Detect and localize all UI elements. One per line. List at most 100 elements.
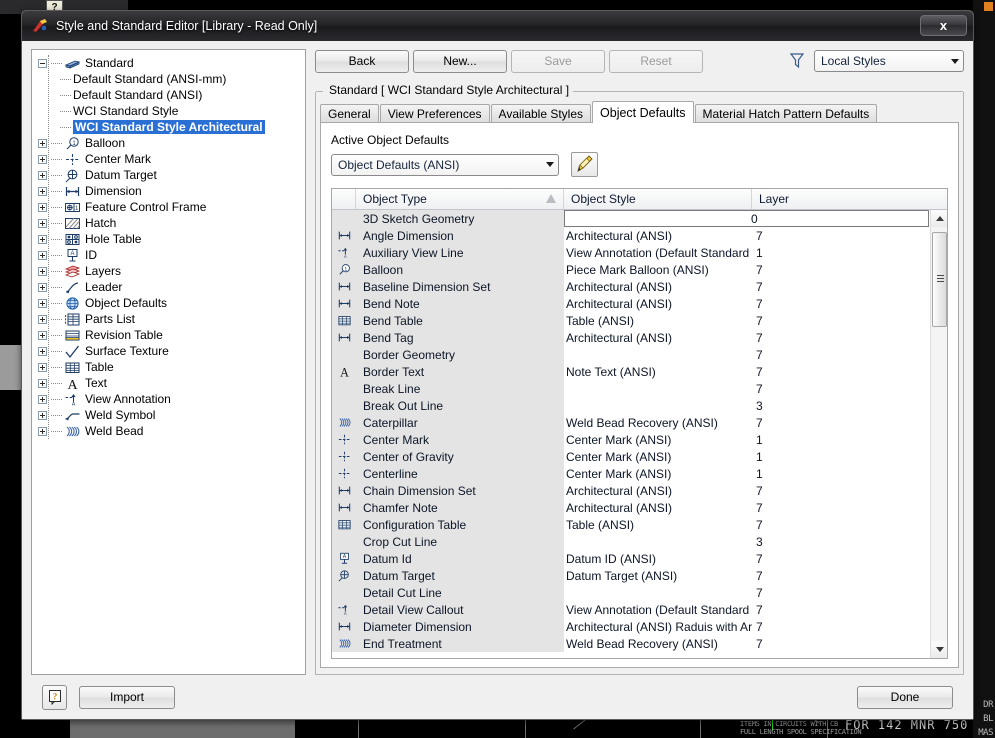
layer-cell[interactable]: 7 <box>752 484 930 498</box>
tree-item-weld-bead[interactable]: Weld Bead <box>38 423 305 439</box>
layer-cell[interactable]: 7 <box>752 314 930 328</box>
layer-cell[interactable]: 7 <box>752 603 930 617</box>
layer-cell[interactable]: 7 <box>752 263 930 277</box>
tab-general[interactable]: General <box>320 104 379 123</box>
collapse-toggle-icon[interactable] <box>38 58 47 68</box>
object-style-cell[interactable]: Note Text (ANSI) <box>564 365 752 379</box>
expand-toggle-icon[interactable] <box>38 378 47 388</box>
expand-toggle-icon[interactable] <box>38 282 47 292</box>
tree-item-dimension[interactable]: Dimension <box>38 183 305 199</box>
tab-view-preferences[interactable]: View Preferences <box>379 104 490 123</box>
layer-cell[interactable]: 1 <box>752 450 930 464</box>
object-style-cell[interactable]: Center Mark (ANSI) <box>564 467 752 481</box>
tree-item-parts-list[interactable]: Parts List <box>38 311 305 327</box>
layer-cell[interactable]: 7 <box>752 229 930 243</box>
expand-toggle-icon[interactable] <box>38 266 47 276</box>
active-object-defaults-dropdown[interactable]: Object Defaults (ANSI) <box>331 153 559 176</box>
layer-cell[interactable]: 7 <box>752 586 930 600</box>
table-row[interactable]: 3D Sketch Geometry 0 <box>332 210 930 227</box>
table-row[interactable]: Break Line 7 <box>332 380 930 397</box>
layer-cell[interactable]: 7 <box>752 416 930 430</box>
table-row[interactable]: Angle Dimension Architectural (ANSI) 7 <box>332 227 930 244</box>
object-style-cell[interactable]: Piece Mark Balloon (ANSI) <box>564 263 752 277</box>
tree-item-default-standard-ansi-mm[interactable]: Default Standard (ANSI-mm) <box>60 71 305 87</box>
tree-item-view-annotation[interactable]: A View Annotation <box>38 391 305 407</box>
expand-toggle-icon[interactable] <box>38 362 47 372</box>
scrollbar-thumb[interactable] <box>932 232 947 327</box>
expand-toggle-icon[interactable] <box>38 314 47 324</box>
expand-toggle-icon[interactable] <box>38 154 47 164</box>
table-row[interactable]: Chain Dimension Set Architectural (ANSI) 7 <box>332 482 930 499</box>
scroll-down-icon[interactable] <box>931 641 947 658</box>
scroll-up-icon[interactable] <box>931 210 947 227</box>
table-row[interactable]: Baseline Dimension Set Architectural (ANS… <box>332 278 930 295</box>
expand-toggle-icon[interactable] <box>38 186 47 196</box>
object-style-cell[interactable]: Center Mark (ANSI) <box>564 450 752 464</box>
table-row[interactable]: End Treatment Weld Bead Recovery (ANSI) 7 <box>332 635 930 652</box>
done-button[interactable]: Done <box>857 685 953 709</box>
table-row[interactable]: Bend Tag Architectural (ANSI) 7 <box>332 329 930 346</box>
object-style-cell[interactable]: Table (ANSI) <box>564 518 752 532</box>
object-style-cell[interactable]: Architectural (ANSI) <box>564 501 752 515</box>
grid-header-object-type[interactable]: Object Type <box>356 189 564 209</box>
close-button[interactable]: x <box>920 15 967 36</box>
layer-edit-field[interactable]: 0 <box>564 210 929 227</box>
layer-cell[interactable]: 3 <box>752 535 930 549</box>
object-style-cell[interactable]: Table (ANSI) <box>564 314 752 328</box>
layer-cell[interactable]: 7 <box>752 501 930 515</box>
table-row[interactable]: A Detail View Callout View Annotation (Def… <box>332 601 930 618</box>
tree-item-wci-standard-style-architectural[interactable]: WCI Standard Style Architectural <box>60 119 305 135</box>
tree-item-weld-symbol[interactable]: Weld Symbol <box>38 407 305 423</box>
tree-item-standard[interactable]: Standard <box>38 55 305 71</box>
new-button[interactable]: New... <box>413 49 507 73</box>
object-style-cell[interactable]: Datum Target (ANSI) <box>564 569 752 583</box>
tree-item-leader[interactable]: Leader <box>38 279 305 295</box>
grid-header-layer[interactable]: Layer <box>752 189 947 209</box>
object-style-cell[interactable]: Weld Bead Recovery (ANSI) <box>564 416 752 430</box>
object-style-cell[interactable]: Architectural (ANSI) <box>564 297 752 311</box>
import-button[interactable]: Import <box>79 685 175 709</box>
object-style-cell[interactable]: View Annotation (Default Standard (A <box>564 246 752 260</box>
tree-item-revision-table[interactable]: Revision Table <box>38 327 305 343</box>
object-style-cell[interactable]: Architectural (ANSI) Raduis with Arro <box>564 620 752 634</box>
object-style-cell[interactable]: Architectural (ANSI) <box>564 484 752 498</box>
object-style-cell[interactable]: Center Mark (ANSI) <box>564 433 752 447</box>
layer-cell[interactable]: 7 <box>752 382 930 396</box>
expand-toggle-icon[interactable] <box>38 426 47 436</box>
table-row[interactable]: A Datum Id Datum ID (ANSI) 7 <box>332 550 930 567</box>
expand-toggle-icon[interactable] <box>38 218 47 228</box>
tree-item-table[interactable]: Table <box>38 359 305 375</box>
tab-object-defaults[interactable]: Object Defaults <box>592 101 694 123</box>
expand-toggle-icon[interactable] <box>38 410 47 420</box>
expand-toggle-icon[interactable] <box>38 330 47 340</box>
layer-cell[interactable]: 7 <box>752 297 930 311</box>
tree-item-text[interactable]: A Text <box>38 375 305 391</box>
back-button[interactable]: Back <box>315 49 409 73</box>
table-row[interactable]: Caterpillar Weld Bead Recovery (ANSI) 7 <box>332 414 930 431</box>
tree-item-hole-table[interactable]: Hole Table <box>38 231 305 247</box>
expand-toggle-icon[interactable] <box>38 234 47 244</box>
tree-item-datum-target[interactable]: Datum Target <box>38 167 305 183</box>
funnel-icon[interactable] <box>788 51 806 71</box>
object-style-cell[interactable]: Datum ID (ANSI) <box>564 552 752 566</box>
layer-cell[interactable]: 7 <box>752 331 930 345</box>
table-row[interactable]: Break Out Line 3 <box>332 397 930 414</box>
tree-item-center-mark[interactable]: Center Mark <box>38 151 305 167</box>
tree-item-balloon[interactable]: 1 Balloon <box>38 135 305 151</box>
object-style-cell[interactable]: View Annotation (Default Standard (A <box>564 603 752 617</box>
table-row[interactable]: Datum Target Datum Target (ANSI) 7 <box>332 567 930 584</box>
layer-cell[interactable]: 7 <box>752 569 930 583</box>
tree-item-object-defaults[interactable]: Object Defaults <box>38 295 305 311</box>
style-filter-dropdown[interactable]: Local Styles <box>814 50 964 72</box>
table-row[interactable]: Diameter Dimension Architectural (ANSI) R… <box>332 618 930 635</box>
expand-toggle-icon[interactable] <box>38 138 47 148</box>
standards-tree[interactable]: Standard Default Standard (ANSI-mm) Defa… <box>31 49 306 675</box>
tree-item-hatch[interactable]: Hatch <box>38 215 305 231</box>
tree-item-wci-standard-style[interactable]: WCI Standard Style <box>60 103 305 119</box>
tree-item-layers[interactable]: Layers <box>38 263 305 279</box>
dialog-titlebar[interactable]: Style and Standard Editor [Library - Rea… <box>22 11 973 41</box>
layer-cell[interactable]: 7 <box>752 620 930 634</box>
layer-cell[interactable]: 1 <box>752 433 930 447</box>
table-row[interactable]: Center Mark Center Mark (ANSI) 1 <box>332 431 930 448</box>
tree-item-default-standard-ansi[interactable]: Default Standard (ANSI) <box>60 87 305 103</box>
